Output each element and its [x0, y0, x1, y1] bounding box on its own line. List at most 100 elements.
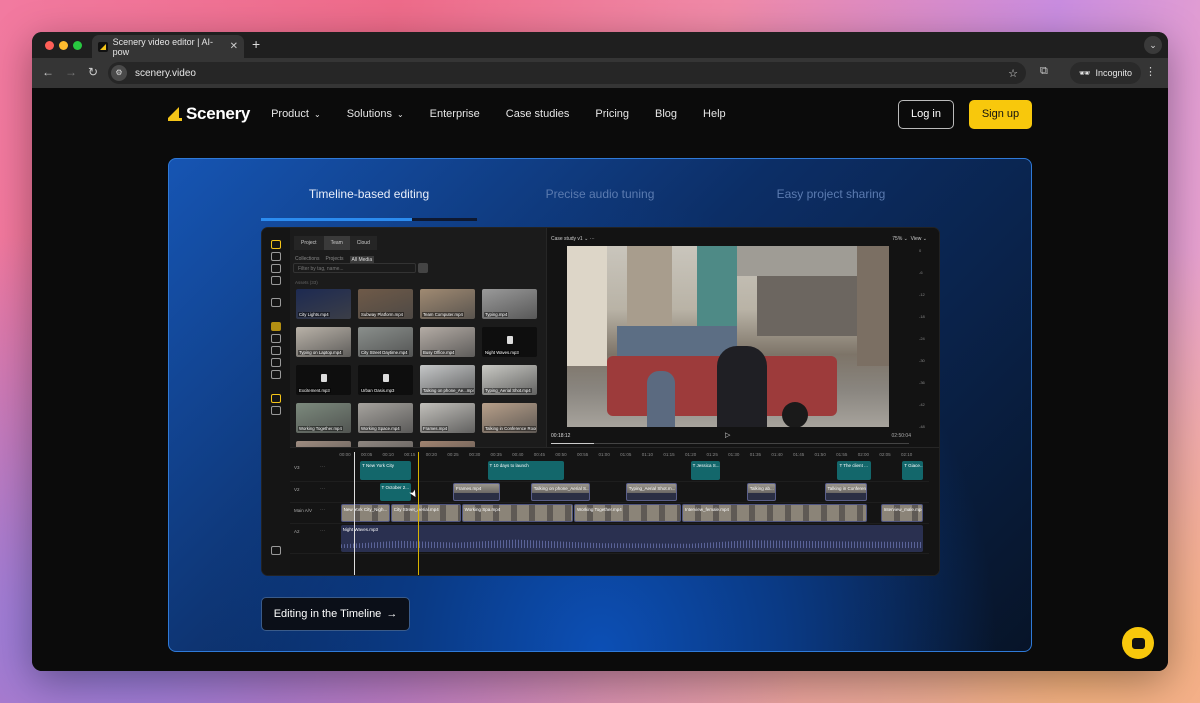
maximize-window-button[interactable] [73, 41, 82, 50]
close-tab-icon[interactable]: ✕ [230, 41, 238, 52]
timeline-clip[interactable]: City Street_Aerial.mp4 [390, 504, 461, 522]
nav-link-product[interactable]: Product ⌄ [271, 108, 321, 120]
export-icon[interactable] [271, 406, 281, 415]
nav-link-solutions[interactable]: Solutions ⌄ [347, 108, 404, 120]
meter-tick: -18 [919, 314, 925, 319]
new-tab-icon[interactable]: + [252, 36, 260, 52]
timeline-clip[interactable]: Talking on phone_Aerial S... [530, 483, 591, 501]
asset-thumbnail[interactable]: Working Together.mp4 [296, 403, 351, 433]
tab-audio-tuning[interactable]: Precise audio tuning [480, 187, 720, 201]
zoom-level[interactable]: 75% [892, 236, 902, 242]
timeline-clip[interactable]: Typing_Aerial Shot.m... [625, 483, 677, 501]
asset-thumbnail[interactable]: Typing.mp4 [482, 289, 537, 319]
track-name: Main A/V [294, 508, 313, 513]
timeline-clip[interactable]: T Jessica S... [690, 461, 720, 480]
nav-link-help[interactable]: Help [703, 108, 726, 120]
site-settings-icon[interactable]: ⚙ [111, 65, 127, 81]
incognito-icon: 🕶 [1079, 67, 1091, 78]
timeline-clip[interactable]: T Giace... [902, 461, 923, 480]
timeline-clip[interactable]: Interview_female.mp4 [681, 504, 867, 522]
filter-options-button[interactable] [418, 263, 428, 273]
timeline-clip[interactable]: New York City_Nigh... [340, 504, 390, 522]
asset-thumbnail[interactable]: Urban Oasis.mp3 [358, 365, 413, 395]
cut-tool-icon[interactable] [271, 358, 281, 367]
timeline-ruler[interactable]: 00:00 00:05 00:10 00:15 00:20 00:25 00:30 00:35… [290, 448, 939, 460]
timeline-clip[interactable]: T New York City [360, 461, 411, 480]
close-window-button[interactable] [45, 41, 54, 50]
track-options-icon[interactable]: ··· [320, 507, 325, 513]
media-icon[interactable] [271, 240, 281, 249]
asset-thumbnail[interactable]: Excitement.mp3 [296, 365, 351, 395]
asset-thumbnail[interactable]: Busy Office.mp4 [420, 327, 475, 357]
track-options-icon[interactable]: ··· [320, 528, 325, 534]
tab-project-sharing[interactable]: Easy project sharing [711, 187, 951, 201]
media-filter-input[interactable]: Filter by tag, name... [293, 263, 416, 273]
signup-button[interactable]: Sign up [969, 99, 1032, 129]
browser-menu-icon[interactable]: ⋮ [1145, 65, 1156, 78]
timeline-clip[interactable]: Talking ab... [746, 483, 776, 501]
asset-thumbnail[interactable]: Talking on phone_Ae...mp4 [420, 365, 475, 395]
tab-cloud[interactable]: Cloud [349, 236, 377, 250]
forward-icon[interactable]: → [65, 65, 77, 79]
asset-thumbnail[interactable]: Typing_Aerial Shot.mp4 [482, 365, 537, 395]
chat-support-button[interactable] [1122, 627, 1154, 659]
timeline-clip[interactable]: Interview_male.mp4 [880, 504, 923, 522]
minimize-window-button[interactable] [59, 41, 68, 50]
transitions-icon[interactable] [271, 276, 281, 285]
bookmark-star-icon[interactable]: ☆ [1008, 67, 1018, 80]
extensions-icon[interactable]: ⧉ [1040, 65, 1048, 78]
reload-icon[interactable]: ↻ [88, 65, 98, 79]
timeline-clip[interactable]: Talking in Conference Room fr... [824, 483, 867, 501]
address-bar[interactable]: ⚙ scenery.video ☆ [108, 62, 1026, 84]
asset-thumbnail[interactable]: Working Space.mp4 [358, 403, 413, 433]
nav-link-pricing[interactable]: Pricing [595, 108, 629, 120]
nav-link-case-studies[interactable]: Case studies [506, 108, 570, 120]
asset-thumbnail[interactable]: Talking in Conference Room.mp4 [482, 403, 537, 433]
ruler-tick-label: 01:15 [663, 452, 675, 457]
timeline-clip[interactable]: Night Waves.mp3 [340, 525, 923, 552]
browser-tab[interactable]: Scenery video editor | AI-pow ✕ [92, 35, 244, 58]
timeline-clip[interactable]: T 10 days to launch [487, 461, 565, 480]
asset-thumbnail[interactable]: City Lights.mp4 [296, 289, 351, 319]
incognito-badge[interactable]: 🕶 Incognito [1070, 62, 1141, 84]
login-button[interactable]: Log in [898, 99, 954, 129]
scrub-bar[interactable] [551, 443, 909, 444]
zoom-view-controls[interactable]: 75% ⌄ View ⌄ [892, 236, 927, 242]
tab-team[interactable]: Team [323, 236, 350, 250]
trim-tool-icon[interactable] [271, 334, 281, 343]
asset-thumbnail[interactable]: Subway Platform.mp4 [358, 289, 413, 319]
marker-line[interactable] [418, 452, 420, 575]
hand-tool-icon[interactable] [271, 346, 281, 355]
asset-thumbnail[interactable]: Typing on Laptop.mp4 [296, 327, 351, 357]
timeline-clip[interactable]: Working Spa.mp4 [461, 504, 573, 522]
play-icon[interactable]: ▷ [725, 431, 730, 439]
select-tool-icon[interactable] [271, 322, 281, 331]
view-menu[interactable]: View [911, 236, 922, 242]
captions-icon[interactable] [271, 298, 281, 307]
text-icon[interactable] [271, 252, 281, 261]
nav-link-enterprise[interactable]: Enterprise [430, 108, 480, 120]
timeline-clip[interactable]: Working Together.mp4 [573, 504, 681, 522]
asset-thumbnail[interactable]: City Street Daytime.mp4 [358, 327, 413, 357]
editing-timeline-button[interactable]: Editing in the Timeline → [261, 597, 410, 631]
asset-thumbnail[interactable]: Team Computer.mp4 [420, 289, 475, 319]
track-options-icon[interactable]: ··· [320, 464, 325, 470]
tab-project[interactable]: Project [294, 236, 324, 250]
asset-thumbnail[interactable]: Night Waves.mp3 [482, 327, 537, 357]
playhead[interactable] [353, 452, 355, 575]
track-options-icon[interactable]: ··· [320, 486, 325, 492]
timeline-clip[interactable]: T The client ... [837, 461, 872, 480]
asset-thumbnail[interactable]: Frames.mp4 [420, 403, 475, 433]
project-title[interactable]: Case study v1 ⌄ ··· [551, 236, 595, 242]
tab-search-chevron-icon[interactable]: ⌄ [1144, 36, 1162, 54]
elements-icon[interactable] [271, 264, 281, 273]
info-icon[interactable] [271, 546, 281, 555]
duration: 02:50:04 [891, 433, 911, 439]
tab-timeline-editing[interactable]: Timeline-based editing [249, 187, 489, 201]
zoom-tool-icon[interactable] [271, 370, 281, 379]
brand-logo[interactable]: Scenery [168, 104, 250, 124]
effects-icon[interactable] [271, 394, 281, 403]
timeline-clip[interactable]: Frames.mp4 [453, 483, 500, 501]
back-icon[interactable]: ← [42, 65, 54, 79]
nav-link-blog[interactable]: Blog [655, 108, 677, 120]
